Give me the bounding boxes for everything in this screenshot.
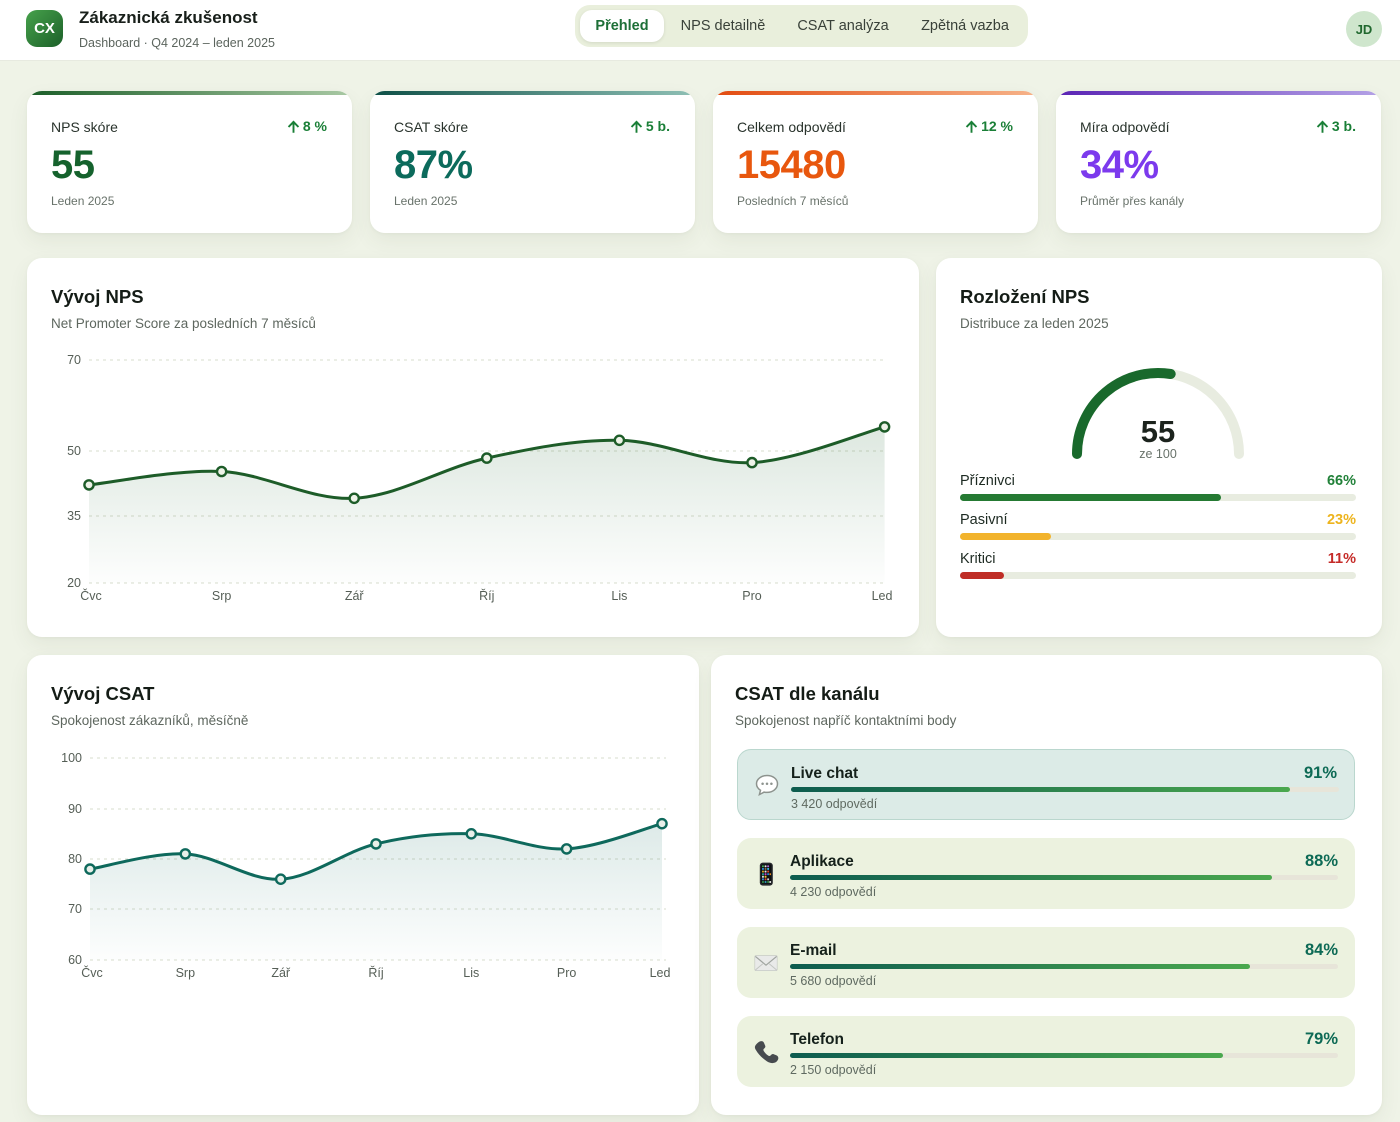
svg-text:Lis: Lis	[611, 589, 627, 603]
svg-text:Pasivní: Pasivní	[960, 512, 1008, 528]
svg-text:Lis: Lis	[463, 966, 479, 980]
svg-text:Zář: Zář	[345, 589, 365, 603]
svg-text:80: 80	[68, 852, 82, 866]
svg-text:Kritici: Kritici	[960, 551, 995, 567]
svg-text:Čvc: Čvc	[80, 588, 102, 603]
svg-text:Říj: Říj	[479, 588, 494, 603]
svg-text:100: 100	[61, 751, 82, 765]
svg-text:70: 70	[67, 353, 81, 367]
svg-text:Říj: Říj	[368, 965, 383, 980]
svg-text:55: 55	[1141, 414, 1175, 449]
svg-text:Led: Led	[650, 966, 671, 980]
svg-text:Srp: Srp	[212, 589, 232, 603]
svg-text:90: 90	[68, 802, 82, 816]
svg-text:ze 100: ze 100	[1139, 447, 1177, 461]
svg-text:20: 20	[67, 576, 81, 590]
svg-text:Příznivci: Příznivci	[960, 473, 1015, 489]
svg-text:Zář: Zář	[271, 966, 291, 980]
svg-text:Led: Led	[872, 589, 893, 603]
svg-text:50: 50	[67, 444, 81, 458]
svg-text:Čvc: Čvc	[81, 965, 103, 980]
svg-text:Pro: Pro	[557, 966, 577, 980]
svg-text:11%: 11%	[1328, 551, 1356, 567]
svg-text:Pro: Pro	[742, 589, 762, 603]
svg-text:60: 60	[68, 953, 82, 967]
svg-text:66%: 66%	[1327, 473, 1356, 489]
svg-text:23%: 23%	[1327, 512, 1356, 528]
svg-text:70: 70	[68, 902, 82, 916]
svg-text:35: 35	[67, 509, 81, 523]
svg-text:Srp: Srp	[176, 966, 196, 980]
